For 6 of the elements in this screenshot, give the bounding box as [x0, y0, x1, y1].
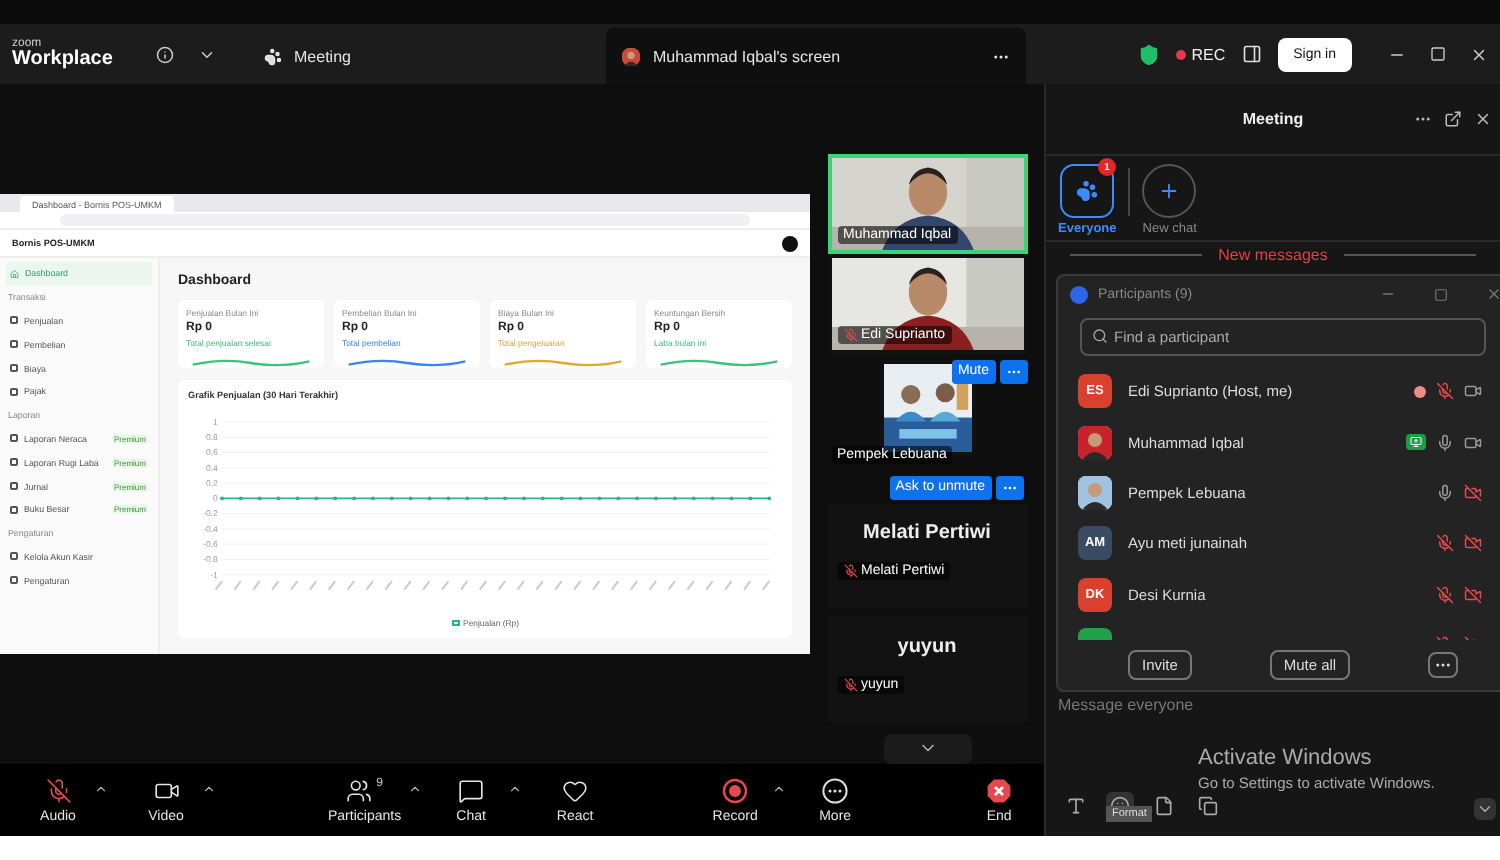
new-messages-divider: New messages — [1218, 246, 1328, 264]
participant-title: yuyun — [897, 635, 957, 658]
activation-title: Activate Windows — [1198, 746, 1374, 770]
participant-title: Melati Pertiwi — [863, 522, 991, 545]
recording-indicator: REC — [1175, 45, 1226, 63]
panel-title: Meeting — [1242, 110, 1304, 128]
